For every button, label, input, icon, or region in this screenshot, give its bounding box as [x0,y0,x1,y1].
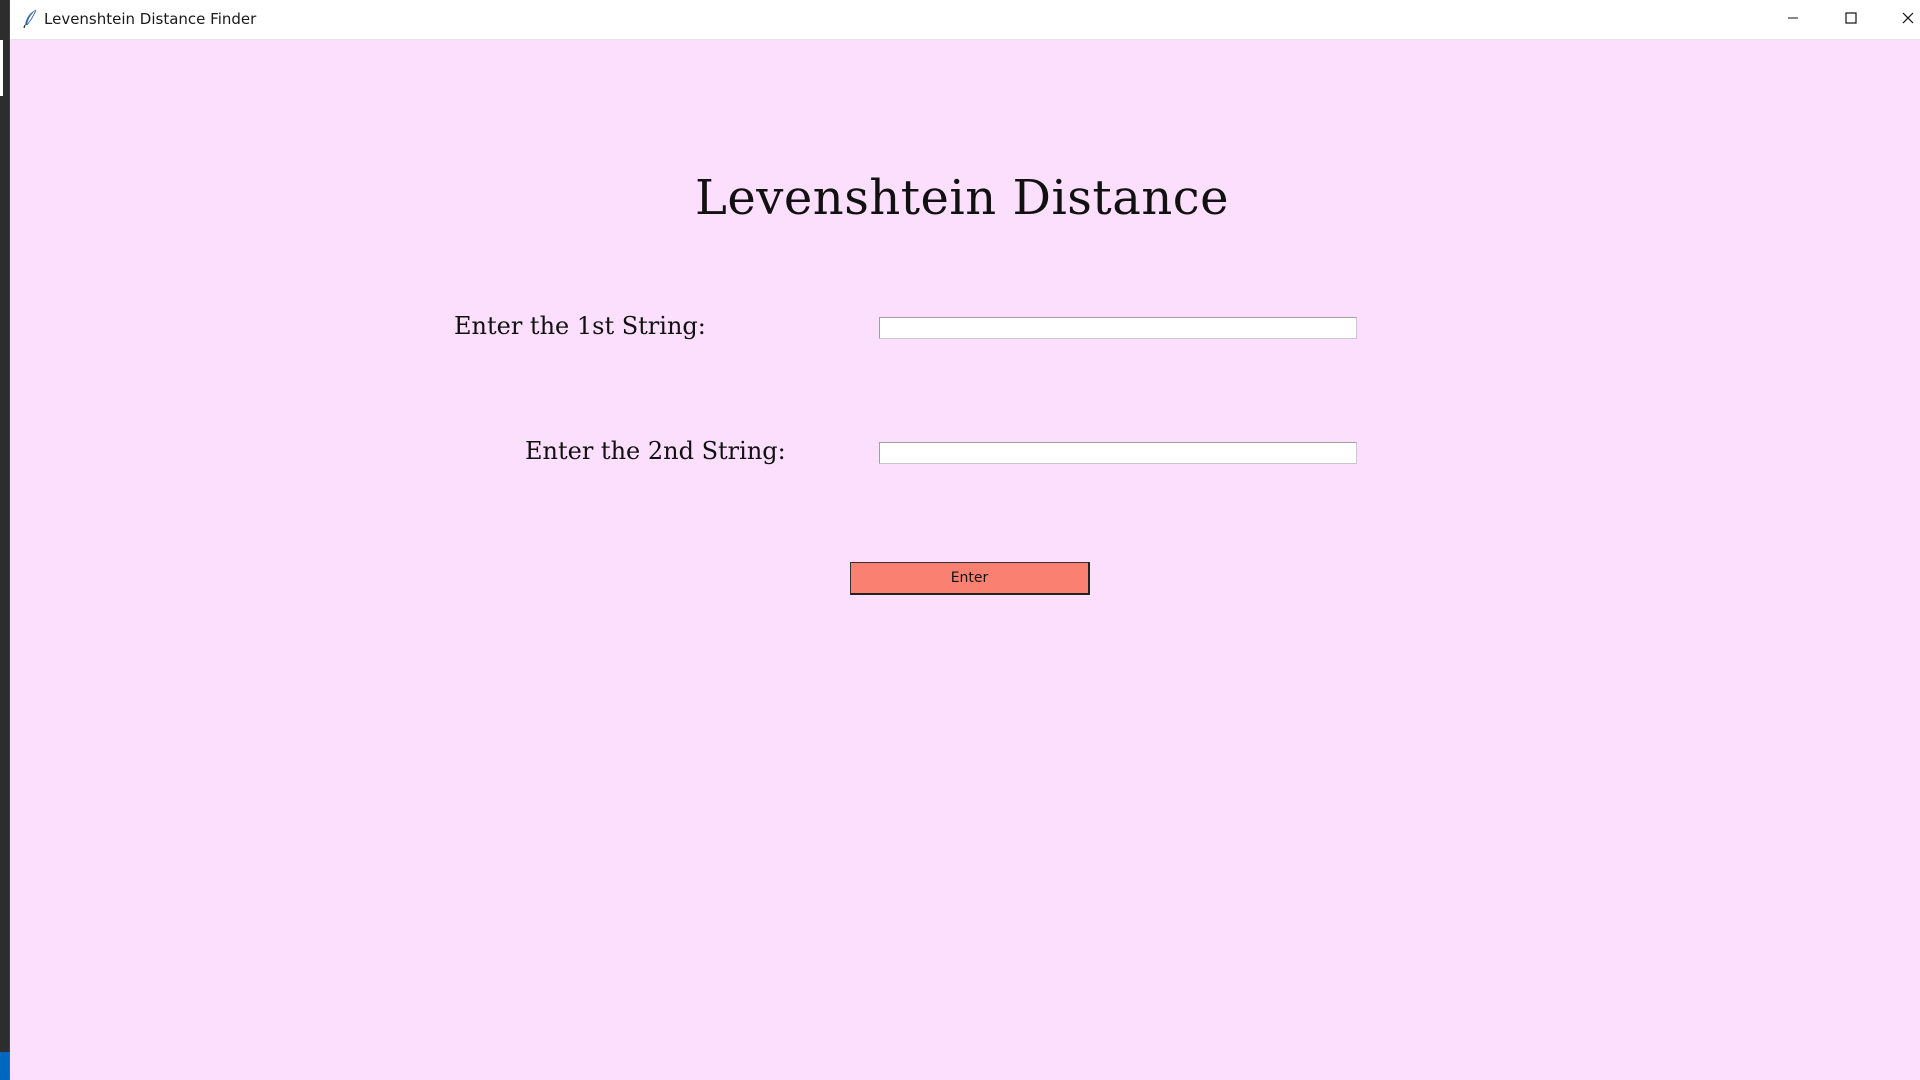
desktop-edge [0,0,10,1080]
maximize-button[interactable] [1822,0,1880,39]
feather-icon [22,9,40,29]
maximize-icon [1845,11,1857,29]
close-icon [1902,11,1914,29]
minimize-icon [1787,11,1799,29]
app-content: Levenshtein Distance Enter the 1st Strin… [10,40,1920,1080]
first-string-input[interactable] [879,317,1357,339]
first-string-label: Enter the 1st String: [454,312,706,340]
window-title: Levenshtein Distance Finder [44,10,257,28]
close-button[interactable] [1879,0,1920,39]
second-string-label: Enter the 2nd String: [525,437,786,465]
app-window: Levenshtein Distance Finder Levenshtein … [10,0,1920,1080]
minimize-button[interactable] [1764,0,1822,39]
taskbar-accent [0,1052,10,1080]
enter-button[interactable]: Enter [850,562,1090,595]
desktop-accent [0,40,3,96]
enter-button-label: Enter [950,570,989,586]
page-title-text: Levenshtein Distance [694,170,1230,226]
title-bar[interactable]: Levenshtein Distance Finder [10,0,1920,40]
page-title: Levenshtein Distance [0,170,1920,226]
second-string-input[interactable] [879,442,1357,464]
